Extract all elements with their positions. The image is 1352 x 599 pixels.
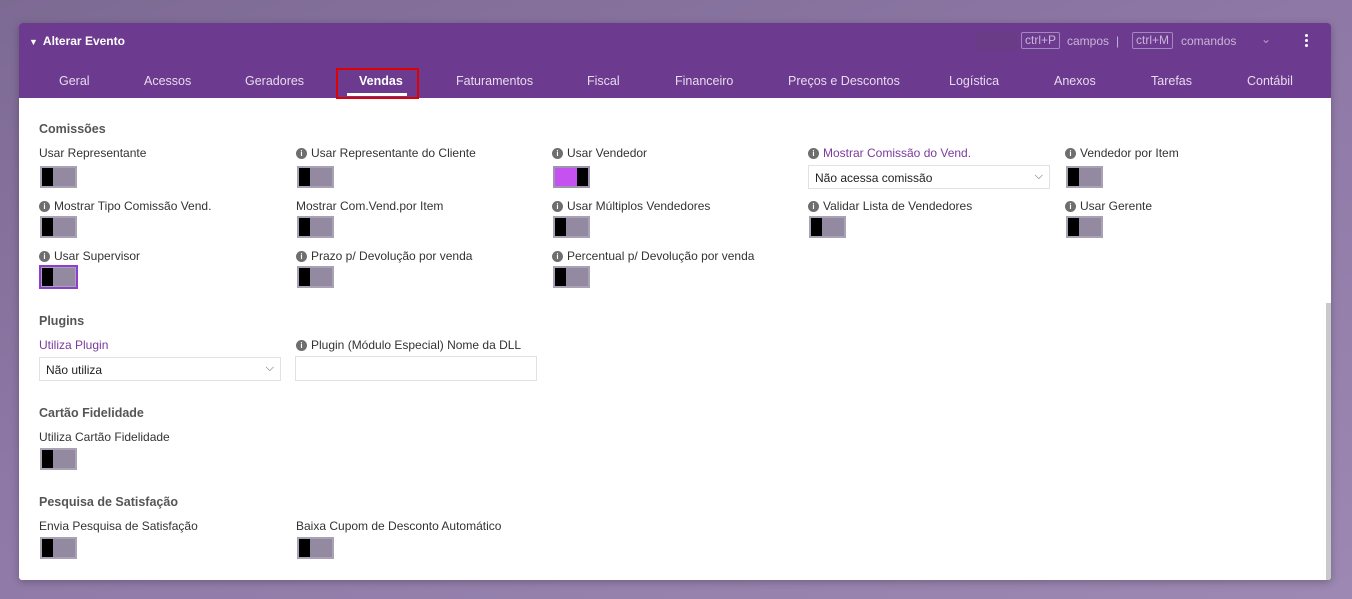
usar-representante-cliente-label: i Usar Representante do Cliente — [296, 146, 476, 160]
alterar-evento-window: ▼ Alterar Evento ctrl+P campos | ctrl+M c… — [19, 23, 1331, 580]
info-icon[interactable]: i — [1065, 148, 1076, 159]
commands-shortcut-label[interactable]: comandos — [1181, 34, 1236, 48]
usar-vendedor-toggle[interactable] — [553, 166, 590, 188]
percentual-devolucao-label: i Percentual p/ Devolução por venda — [552, 249, 754, 263]
validar-lista-vendedores-toggle[interactable] — [809, 216, 846, 238]
vendedor-por-item-toggle[interactable] — [1066, 166, 1103, 188]
window-header: ▼ Alterar Evento ctrl+P campos | ctrl+M c… — [19, 23, 1331, 99]
section-comissoes-title: Comissões — [39, 122, 106, 136]
prazo-devolucao-label: i Prazo p/ Devolução por venda — [296, 249, 472, 263]
usar-representante-label: Usar Representante — [39, 146, 147, 160]
prazo-devolucao-toggle[interactable] — [297, 266, 334, 288]
plugin-dll-label: i Plugin (Módulo Especial) Nome da DLL — [296, 338, 521, 352]
collapse-caret-icon[interactable]: ▼ — [29, 37, 38, 47]
more-options-icon[interactable] — [1305, 34, 1309, 49]
tab-contabil[interactable]: Contábil — [1247, 74, 1293, 88]
chevron-down-icon: ⌵ — [265, 362, 274, 374]
section-plugins-title: Plugins — [39, 314, 85, 328]
baixa-cupom-label: Baixa Cupom de Desconto Automático — [296, 519, 502, 533]
info-icon[interactable]: i — [296, 148, 307, 159]
mostrar-comissao-vend-select[interactable]: Não acessa comissão ⌵ — [808, 165, 1050, 189]
usar-multiplos-vendedores-label: i Usar Múltiplos Vendedores — [552, 199, 710, 213]
section-cartao-title: Cartão Fidelidade — [39, 406, 144, 420]
mostrar-tipo-comissao-toggle[interactable] — [40, 216, 77, 238]
usar-gerente-label: i Usar Gerente — [1065, 199, 1152, 213]
info-icon[interactable]: i — [552, 251, 563, 262]
info-icon[interactable]: i — [552, 201, 563, 212]
utiliza-cartao-label: Utiliza Cartão Fidelidade — [39, 430, 170, 444]
info-icon[interactable]: i — [296, 340, 307, 351]
tab-geradores[interactable]: Geradores — [245, 74, 304, 88]
window-title[interactable]: ▼ Alterar Evento — [29, 34, 125, 48]
envia-pesquisa-label: Envia Pesquisa de Satisfação — [39, 519, 198, 533]
tab-tarefas[interactable]: Tarefas — [1151, 74, 1192, 88]
info-icon[interactable]: i — [39, 251, 50, 262]
fields-shortcut-key[interactable]: ctrl+P — [1021, 32, 1061, 49]
info-icon[interactable]: i — [1065, 201, 1076, 212]
commands-shortcut-key[interactable]: ctrl+M — [1132, 32, 1173, 49]
usar-representante-cliente-toggle[interactable] — [297, 166, 334, 188]
utiliza-cartao-toggle[interactable] — [40, 448, 77, 470]
tab-fiscal[interactable]: Fiscal — [587, 74, 620, 88]
chevron-down-icon[interactable]: ⌄ — [1261, 32, 1271, 46]
tab-financeiro[interactable]: Financeiro — [675, 74, 733, 88]
tab-focus-highlight — [336, 68, 419, 99]
usar-gerente-toggle[interactable] — [1066, 216, 1103, 238]
usar-multiplos-vendedores-toggle[interactable] — [553, 216, 590, 238]
mostrar-comissao-vend-label: i Mostrar Comissão do Vend. — [808, 146, 971, 160]
fields-shortcut-label[interactable]: campos — [1067, 34, 1109, 48]
tab-bar: Geral Acessos Geradores Vendas Faturamen… — [19, 73, 1331, 98]
baixa-cupom-toggle[interactable] — [297, 537, 334, 559]
usar-representante-toggle[interactable] — [40, 166, 77, 188]
tab-precos-descontos[interactable]: Preços e Descontos — [788, 74, 900, 88]
tab-acessos[interactable]: Acessos — [144, 74, 191, 88]
info-icon[interactable]: i — [296, 251, 307, 262]
utiliza-plugin-select[interactable]: Não utiliza ⌵ — [39, 357, 281, 381]
tab-geral[interactable]: Geral — [59, 74, 90, 88]
shortcut-bar: ctrl+P campos | ctrl+M comandos ⌄ — [977, 29, 1275, 53]
info-icon[interactable]: i — [808, 201, 819, 212]
usar-supervisor-label: i Usar Supervisor — [39, 249, 140, 263]
tab-faturamentos[interactable]: Faturamentos — [456, 74, 533, 88]
shortcut-separator: | — [1116, 34, 1120, 48]
info-icon[interactable]: i — [39, 201, 50, 212]
utiliza-plugin-label: Utiliza Plugin — [39, 338, 109, 352]
tab-anexos[interactable]: Anexos — [1054, 74, 1096, 88]
percentual-devolucao-toggle[interactable] — [553, 266, 590, 288]
usar-supervisor-toggle[interactable] — [39, 265, 78, 289]
mostrar-com-vend-item-label: Mostrar Com.Vend.por Item — [296, 199, 444, 213]
section-pesquisa-title: Pesquisa de Satisfação — [39, 495, 178, 509]
mostrar-com-vend-item-toggle[interactable] — [297, 216, 334, 238]
validar-lista-vendedores-label: i Validar Lista de Vendedores — [808, 199, 972, 213]
vertical-scrollbar[interactable] — [1326, 303, 1331, 580]
chevron-down-icon: ⌵ — [1034, 170, 1043, 182]
info-icon[interactable]: i — [552, 148, 563, 159]
vendedor-por-item-label: i Vendedor por Item — [1065, 146, 1179, 160]
tab-logistica[interactable]: Logística — [949, 74, 999, 88]
envia-pesquisa-toggle[interactable] — [40, 537, 77, 559]
plugin-dll-input[interactable] — [295, 356, 537, 381]
mostrar-tipo-comissao-label: i Mostrar Tipo Comissão Vend. — [39, 199, 211, 213]
usar-vendedor-label: i Usar Vendedor — [552, 146, 647, 160]
info-icon[interactable]: i — [808, 148, 819, 159]
